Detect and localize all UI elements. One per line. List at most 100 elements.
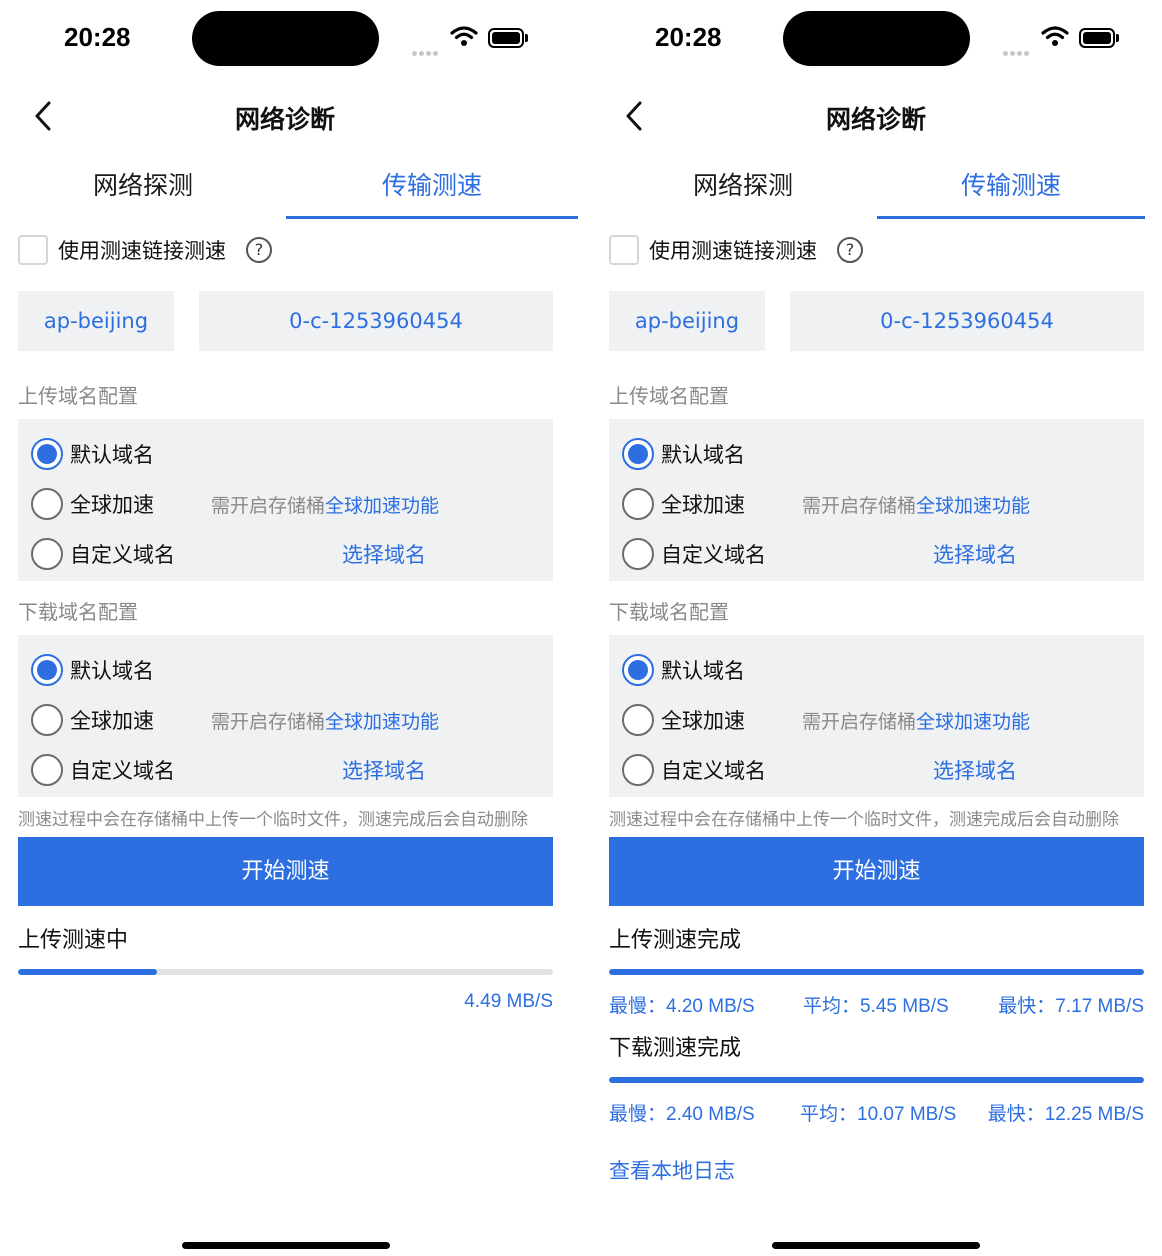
radio-unselected-icon[interactable] [622,488,654,520]
speed-link-label: 使用测速链接测速 [58,239,226,263]
download-progress-bar [609,1077,1144,1083]
option-label: 全球加速 [661,493,745,517]
bucket-selectors: ap-beijing 0-c-1253960454 [609,291,1144,351]
status-bar: 20:28 [0,0,581,80]
radio-selected-icon[interactable] [622,438,654,470]
upload-default-domain-option[interactable]: 默认域名 [609,429,1144,479]
option-label: 全球加速 [70,709,154,733]
region-selector[interactable]: ap-beijing [18,291,174,351]
bucket-selector[interactable]: 0-c-1253960454 [199,291,553,351]
upload-domain-options: 默认域名 全球加速 需开启存储桶全球加速功能 自定义域名 选择域名 [609,419,1144,581]
download-global-accel-option[interactable]: 全球加速 需开启存储桶全球加速功能 [18,695,553,745]
speed-link-checkbox[interactable] [609,235,639,265]
tab-bar: 网络探测 传输测速 [0,165,578,219]
page-title: 网络诊断 [234,105,335,134]
radio-unselected-icon[interactable] [622,704,654,736]
radio-unselected-icon[interactable] [31,754,63,786]
tab-transfer-speed-test[interactable]: 传输测速 [286,165,578,219]
option-label: 自定义域名 [70,543,175,567]
upload-custom-domain-option[interactable]: 自定义域名 选择域名 [18,529,553,579]
region-selector[interactable]: ap-beijing [609,291,765,351]
home-indicator [772,1242,980,1249]
note-text: 需开启存储桶 [802,710,917,733]
speed-test-panel: 使用测速链接测速 ? ap-beijing 0-c-1253960454 上传域… [18,232,553,1013]
page-title: 网络诊断 [825,105,926,134]
radio-unselected-icon[interactable] [622,754,654,786]
speed-link-label: 使用测速链接测速 [649,239,817,263]
cellular-signal-icon [1003,41,1033,56]
global-accel-link[interactable]: 全球加速功能 [916,711,1030,733]
option-label: 默认域名 [70,443,154,467]
download-slowest: 最慢：2.40 MB/S [609,1104,755,1125]
radio-unselected-icon[interactable] [31,538,63,570]
battery-icon [1079,28,1119,48]
upload-default-domain-option[interactable]: 默认域名 [18,429,553,479]
tab-network-probe[interactable]: 网络探测 [0,165,286,219]
screen-upload-in-progress: 20:28 网络诊断 网络探测 传输测速 使用测速链接测速 ? ap-beiji… [0,0,581,1256]
note-text: 需开启存储桶 [211,494,326,517]
cellular-signal-icon [412,41,442,56]
speed-test-hint: 测速过程中会在存储桶中上传一个临时文件，测速完成后会自动删除 [609,810,1119,830]
help-question-icon[interactable]: ? [837,237,863,263]
option-label: 全球加速 [70,493,154,517]
nav-bar: 网络诊断 [609,92,1162,142]
bucket-selector[interactable]: 0-c-1253960454 [790,291,1144,351]
tab-network-probe[interactable]: 网络探测 [609,165,877,219]
status-time: 20:28 [655,22,722,52]
speed-test-panel: 使用测速链接测速 ? ap-beijing 0-c-1253960454 上传域… [609,232,1144,1185]
global-accel-link[interactable]: 全球加速功能 [916,495,1030,517]
download-result-title: 下载测速完成 [609,1036,742,1061]
bucket-selectors: ap-beijing 0-c-1253960454 [18,291,553,351]
radio-unselected-icon[interactable] [31,704,63,736]
upload-config-title: 上传域名配置 [18,384,138,408]
select-domain-link[interactable]: 选择域名 [933,539,1017,569]
screen-speed-test-complete: 20:28 网络诊断 网络探测 传输测速 使用测速链接测速 ? ap-beiji… [609,0,1162,1256]
download-default-domain-option[interactable]: 默认域名 [609,645,1144,695]
download-average: 平均：10.07 MB/S [800,1104,957,1125]
download-default-domain-option[interactable]: 默认域名 [18,645,553,695]
tab-transfer-speed-test[interactable]: 传输测速 [877,165,1145,219]
radio-selected-icon[interactable] [622,654,654,686]
tab-bar: 网络探测 传输测速 [609,165,1145,219]
download-config-title: 下载域名配置 [18,600,138,624]
upload-custom-domain-option[interactable]: 自定义域名 选择域名 [609,529,1144,579]
upload-progress-bar [18,969,553,975]
help-question-icon[interactable]: ? [246,237,272,263]
upload-global-accel-option[interactable]: 全球加速 需开启存储桶全球加速功能 [609,479,1144,529]
download-progress-fill [609,1077,1144,1083]
radio-unselected-icon[interactable] [622,538,654,570]
speed-link-checkbox[interactable] [18,235,48,265]
note-text: 需开启存储桶 [802,494,917,517]
note-text: 需开启存储桶 [211,710,326,733]
upload-global-accel-option[interactable]: 全球加速 需开启存储桶全球加速功能 [18,479,553,529]
radio-unselected-icon[interactable] [31,488,63,520]
upload-fastest: 最快：7.17 MB/S [998,996,1144,1017]
option-label: 全球加速 [661,709,745,733]
download-domain-options: 默认域名 全球加速 需开启存储桶全球加速功能 自定义域名 选择域名 [609,635,1144,797]
global-accel-link[interactable]: 全球加速功能 [325,711,439,733]
start-speed-test-button[interactable]: 开始测速 [18,837,553,906]
global-accel-link[interactable]: 全球加速功能 [325,495,439,517]
view-local-log-link[interactable]: 查看本地日志 [609,1155,1144,1185]
speed-link-option: 使用测速链接测速 ? [609,232,1144,268]
download-global-accel-option[interactable]: 全球加速 需开启存储桶全球加速功能 [609,695,1144,745]
upload-progress-fill [609,969,1144,975]
upload-result-title: 上传测速完成 [609,928,742,953]
dynamic-island [783,11,970,66]
start-speed-test-button[interactable]: 开始测速 [609,837,1144,906]
select-domain-link[interactable]: 选择域名 [342,755,426,785]
select-domain-link[interactable]: 选择域名 [933,755,1017,785]
radio-selected-icon[interactable] [31,654,63,686]
download-custom-domain-option[interactable]: 自定义域名 选择域名 [18,745,553,795]
download-fastest: 最快：12.25 MB/S [987,1104,1144,1125]
upload-progress-bar [609,969,1144,975]
radio-selected-icon[interactable] [31,438,63,470]
download-custom-domain-option[interactable]: 自定义域名 选择域名 [609,745,1144,795]
home-indicator [182,1242,390,1249]
global-accel-note: 需开启存储桶全球加速功能 [802,707,1030,734]
select-domain-link[interactable]: 选择域名 [342,539,426,569]
global-accel-note: 需开启存储桶全球加速功能 [802,491,1030,518]
option-label: 自定义域名 [661,759,766,783]
download-config-title: 下载域名配置 [609,600,729,624]
upload-config-title: 上传域名配置 [609,384,729,408]
